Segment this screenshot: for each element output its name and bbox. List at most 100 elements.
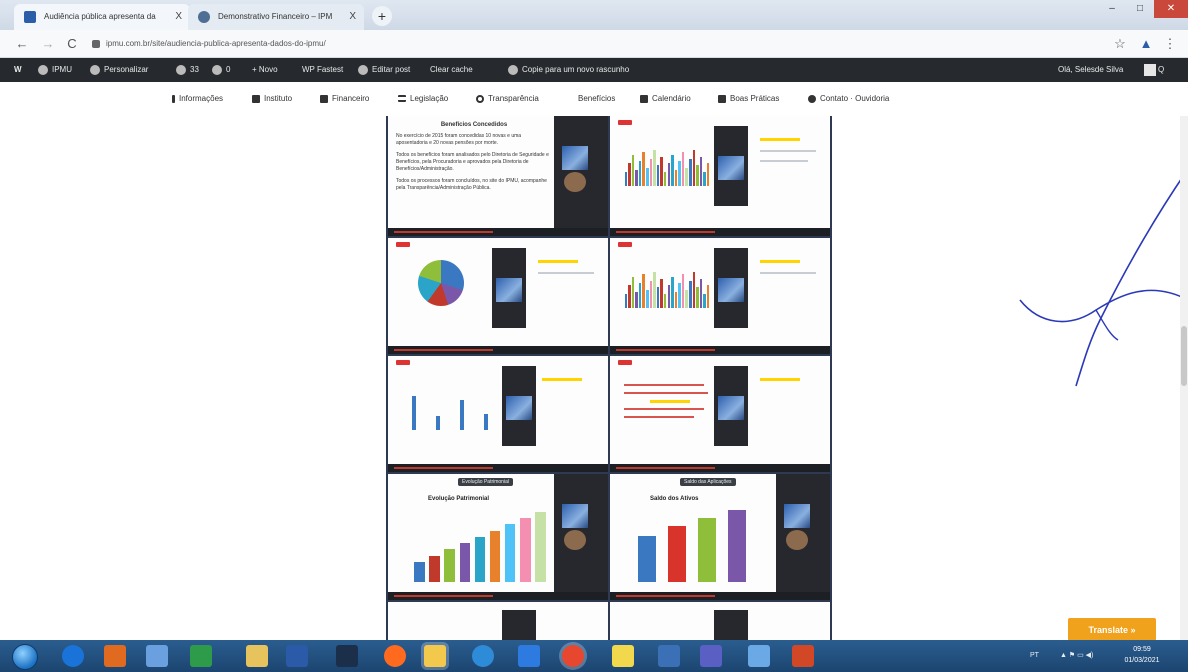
language-indicator[interactable]: PT [1030, 640, 1039, 672]
nav-beneficios[interactable]: Benefícios [578, 82, 615, 116]
media-player-icon[interactable] [104, 645, 126, 667]
browser-menu-icon[interactable]: ⋮ [1160, 34, 1180, 54]
chart-bar [703, 294, 706, 308]
video-feed [714, 366, 748, 446]
chart-bar [429, 555, 440, 582]
calculator-icon[interactable] [190, 645, 212, 667]
new-tab-button[interactable]: + [372, 6, 392, 26]
close-tab-icon[interactable]: X [349, 4, 356, 30]
bookmark-star-icon[interactable]: ☆ [1110, 34, 1130, 54]
chart-title: Saldo dos Ativos [650, 496, 699, 502]
powerpoint-icon[interactable] [792, 645, 814, 667]
notepad-icon[interactable] [146, 645, 168, 667]
terminal-icon[interactable] [336, 645, 358, 667]
avatar[interactable] [1144, 64, 1156, 76]
mini-bar-chart [624, 268, 710, 308]
clear-cache-link[interactable]: Clear cache [430, 58, 473, 82]
video-progress-bar[interactable] [610, 346, 830, 354]
tray-icons[interactable]: ▲ ⚑ ▭ ◀) [1060, 640, 1093, 672]
video-feed [714, 126, 748, 206]
url-field[interactable]: ipmu.com.br/site/audiencia-publica-apres… [92, 35, 1092, 53]
video-feed [502, 366, 536, 446]
video-progress-bar[interactable] [388, 228, 608, 236]
nav-legislacao[interactable]: Legislação [398, 82, 448, 116]
edge-icon[interactable] [472, 645, 494, 667]
sticky-notes-icon[interactable] [612, 645, 634, 667]
updates-link[interactable]: 33 [176, 58, 199, 82]
video-progress-bar[interactable] [610, 228, 830, 236]
video-feed [502, 610, 536, 640]
minimize-button[interactable]: – [1098, 0, 1126, 18]
slide-saldo-dos-ativos: Saldo das Aplicações Saldo dos Ativos [610, 474, 830, 600]
nav-instituto[interactable]: Instituto [252, 82, 292, 116]
video-progress-bar[interactable] [610, 464, 830, 472]
page-scrollbar[interactable] [1180, 116, 1188, 640]
nav-transparencia[interactable]: Transparência [476, 82, 539, 116]
text-line [760, 272, 816, 274]
slide-red-text [610, 356, 830, 472]
nav-boas-praticas[interactable]: Boas Práticas [718, 82, 779, 116]
tab-audiencia-publica[interactable]: Audiência pública apresenta da X [14, 4, 190, 30]
search-icon[interactable]: Q [1158, 58, 1164, 82]
nav-contato-ouvidoria[interactable]: Contato · Ouvidoria [808, 82, 889, 116]
chart-bar [649, 158, 653, 186]
video-progress-bar[interactable] [388, 346, 608, 354]
meeting-screenshots-collage: Benefícios Concedidos No exercício de 20… [386, 116, 832, 640]
folder-icon[interactable] [424, 645, 446, 667]
forward-button[interactable]: → [38, 34, 58, 54]
start-button[interactable] [12, 644, 38, 670]
mini-bar-chart [624, 146, 710, 186]
slide-partial [610, 602, 830, 640]
site-name-link[interactable]: IPMU [38, 58, 72, 82]
extension-icon[interactable]: ▲ [1136, 34, 1156, 54]
nav-financeiro[interactable]: Financeiro [320, 82, 369, 116]
chart-bar [728, 510, 746, 582]
new-content-link[interactable]: + Novo [252, 58, 278, 82]
ipmu-logo-icon [496, 278, 522, 302]
file-explorer-icon[interactable] [246, 645, 268, 667]
chart-bar [638, 536, 656, 582]
edit-post-link[interactable]: Editar post [358, 58, 410, 82]
comments-link[interactable]: 0 [212, 58, 230, 82]
wordpress-logo-icon[interactable]: W [14, 58, 22, 82]
zoom-icon[interactable] [518, 645, 540, 667]
chart-bar [696, 165, 699, 186]
video-progress-bar[interactable] [388, 464, 608, 472]
system-clock[interactable]: 09:59 01/03/2021 [1122, 644, 1162, 666]
nav-calendario[interactable]: Calendário [640, 82, 691, 116]
chart-bar [681, 152, 685, 186]
slide-paragraph: Todos os processos foram concluídos, no … [396, 178, 547, 191]
maximize-button[interactable]: □ [1126, 0, 1154, 18]
ipmu-logo-icon [718, 156, 744, 180]
highlight-marker [760, 378, 800, 381]
customize-link[interactable]: Personalizar [90, 58, 148, 82]
text-line [624, 384, 704, 386]
chart-bar [698, 518, 716, 582]
close-tab-icon[interactable]: X [175, 4, 182, 30]
reload-button[interactable]: C [62, 34, 82, 54]
chrome-icon[interactable] [562, 645, 584, 667]
slide-bar-chart [610, 116, 830, 236]
translate-button[interactable]: Translate » [1068, 618, 1156, 642]
nav-informacoes[interactable]: Informações [172, 82, 223, 116]
teams-icon[interactable] [700, 645, 722, 667]
video-progress-bar[interactable] [610, 592, 830, 600]
highlight-marker [542, 378, 582, 381]
back-button[interactable]: ← [12, 34, 32, 54]
user-greeting[interactable]: Olá, Selesde Silva [1058, 58, 1123, 82]
word-icon[interactable] [286, 645, 308, 667]
remote-desktop-icon[interactable] [748, 645, 770, 667]
app-icon[interactable] [658, 645, 680, 667]
copy-draft-link[interactable]: Copie para um novo rascunho [508, 58, 629, 82]
internet-explorer-icon[interactable] [62, 645, 84, 667]
video-progress-bar[interactable] [388, 592, 608, 600]
firefox-icon[interactable] [384, 645, 406, 667]
scrollbar-thumb[interactable] [1181, 326, 1187, 386]
chart-bar [699, 278, 703, 308]
youtube-logo-icon [618, 360, 632, 365]
close-window-button[interactable]: ✕ [1154, 0, 1188, 18]
chart-bar [681, 274, 685, 308]
wp-fastest-link[interactable]: WP Fastest [302, 58, 343, 82]
tab-demonstrativo-financeiro[interactable]: Demonstrativo Financeiro – IPM X [188, 4, 364, 30]
chart-bar [489, 530, 501, 582]
